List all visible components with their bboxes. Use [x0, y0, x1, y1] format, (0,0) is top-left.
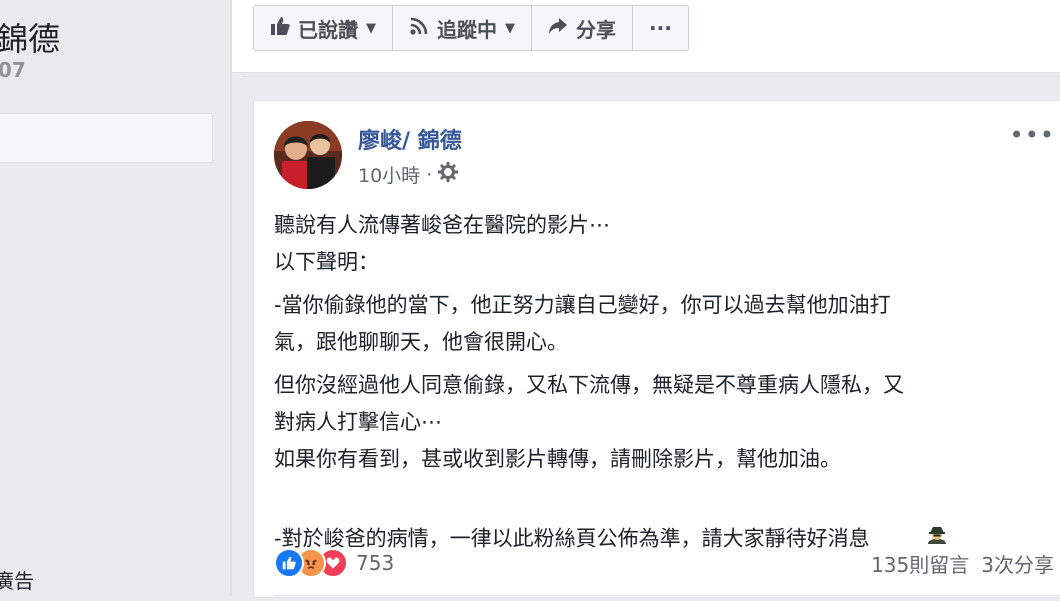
chevron-down-icon: ▼	[505, 20, 515, 36]
post-paragraph: 聽說有人流傳著峻爸在醫院的影片⋯ 以下聲明：	[274, 213, 610, 274]
reactions-summary[interactable]: 753	[274, 548, 394, 578]
sidebar-divider	[230, 0, 232, 596]
page-action-group: 已說讚 ▼ 追蹤中 ▼ 分享 ···	[253, 5, 689, 51]
chevron-down-icon: ▼	[366, 20, 376, 36]
liked-label: 已說讚	[298, 17, 358, 42]
post-paragraph: -當你偷錄他的當下，他正努力讓自己變好，你可以過去幫他加油打 氣，跟他聊聊天，他…	[274, 293, 891, 354]
like-reaction-icon	[274, 548, 304, 578]
ad-label[interactable]: 廣告	[0, 565, 34, 594]
post-author-link[interactable]: 廖峻/ 錦德	[358, 123, 462, 155]
more-icon: ···	[649, 16, 672, 40]
meta-separator: ·	[426, 163, 433, 186]
thumbs-up-icon	[270, 16, 290, 41]
page-title: 錦德	[0, 20, 61, 58]
post-timestamp[interactable]: 10小時	[358, 161, 420, 188]
following-label: 追蹤中	[437, 17, 497, 42]
post-body: 聽說有人流傳著峻爸在醫院的影片⋯ 以下聲明： -當你偷錄他的當下，他正努力讓自己…	[274, 207, 1054, 601]
post-footer: 753 135則留言 3次分享	[274, 543, 1054, 583]
sidebar-box[interactable]	[0, 113, 213, 163]
liked-button[interactable]: 已說讚 ▼	[254, 6, 393, 50]
left-sidebar: 錦德 07 廣告	[0, 0, 232, 596]
gear-icon[interactable]	[438, 162, 459, 187]
post-card: 廖峻/ 錦德 10小時 · ••• 聽說有人流傳著峻爸在醫院的影片⋯ 以下聲明：…	[253, 100, 1060, 598]
share-arrow-icon	[548, 16, 568, 41]
avatar[interactable]	[274, 121, 342, 189]
post-options-button[interactable]: •••	[1010, 121, 1055, 149]
share-button[interactable]: 分享	[532, 6, 633, 50]
rss-icon	[409, 16, 429, 41]
following-button[interactable]: 追蹤中 ▼	[393, 6, 532, 50]
comments-count-link[interactable]: 135則留言	[871, 549, 969, 578]
page-handle: 07	[0, 58, 26, 82]
post-paragraph: 但你沒經過他人同意偷錄，又私下流傳，無疑是不尊重病人隱私，又 對病人打擊信心⋯ …	[274, 373, 904, 471]
post-stats: 135則留言 3次分享	[871, 549, 1054, 578]
shares-count-link[interactable]: 3次分享	[981, 549, 1054, 578]
more-actions-button[interactable]: ···	[633, 6, 688, 50]
post-meta: 10小時 ·	[358, 161, 459, 188]
share-label: 分享	[576, 17, 616, 42]
section-divider	[242, 76, 1060, 77]
reaction-count: 753	[356, 551, 395, 575]
